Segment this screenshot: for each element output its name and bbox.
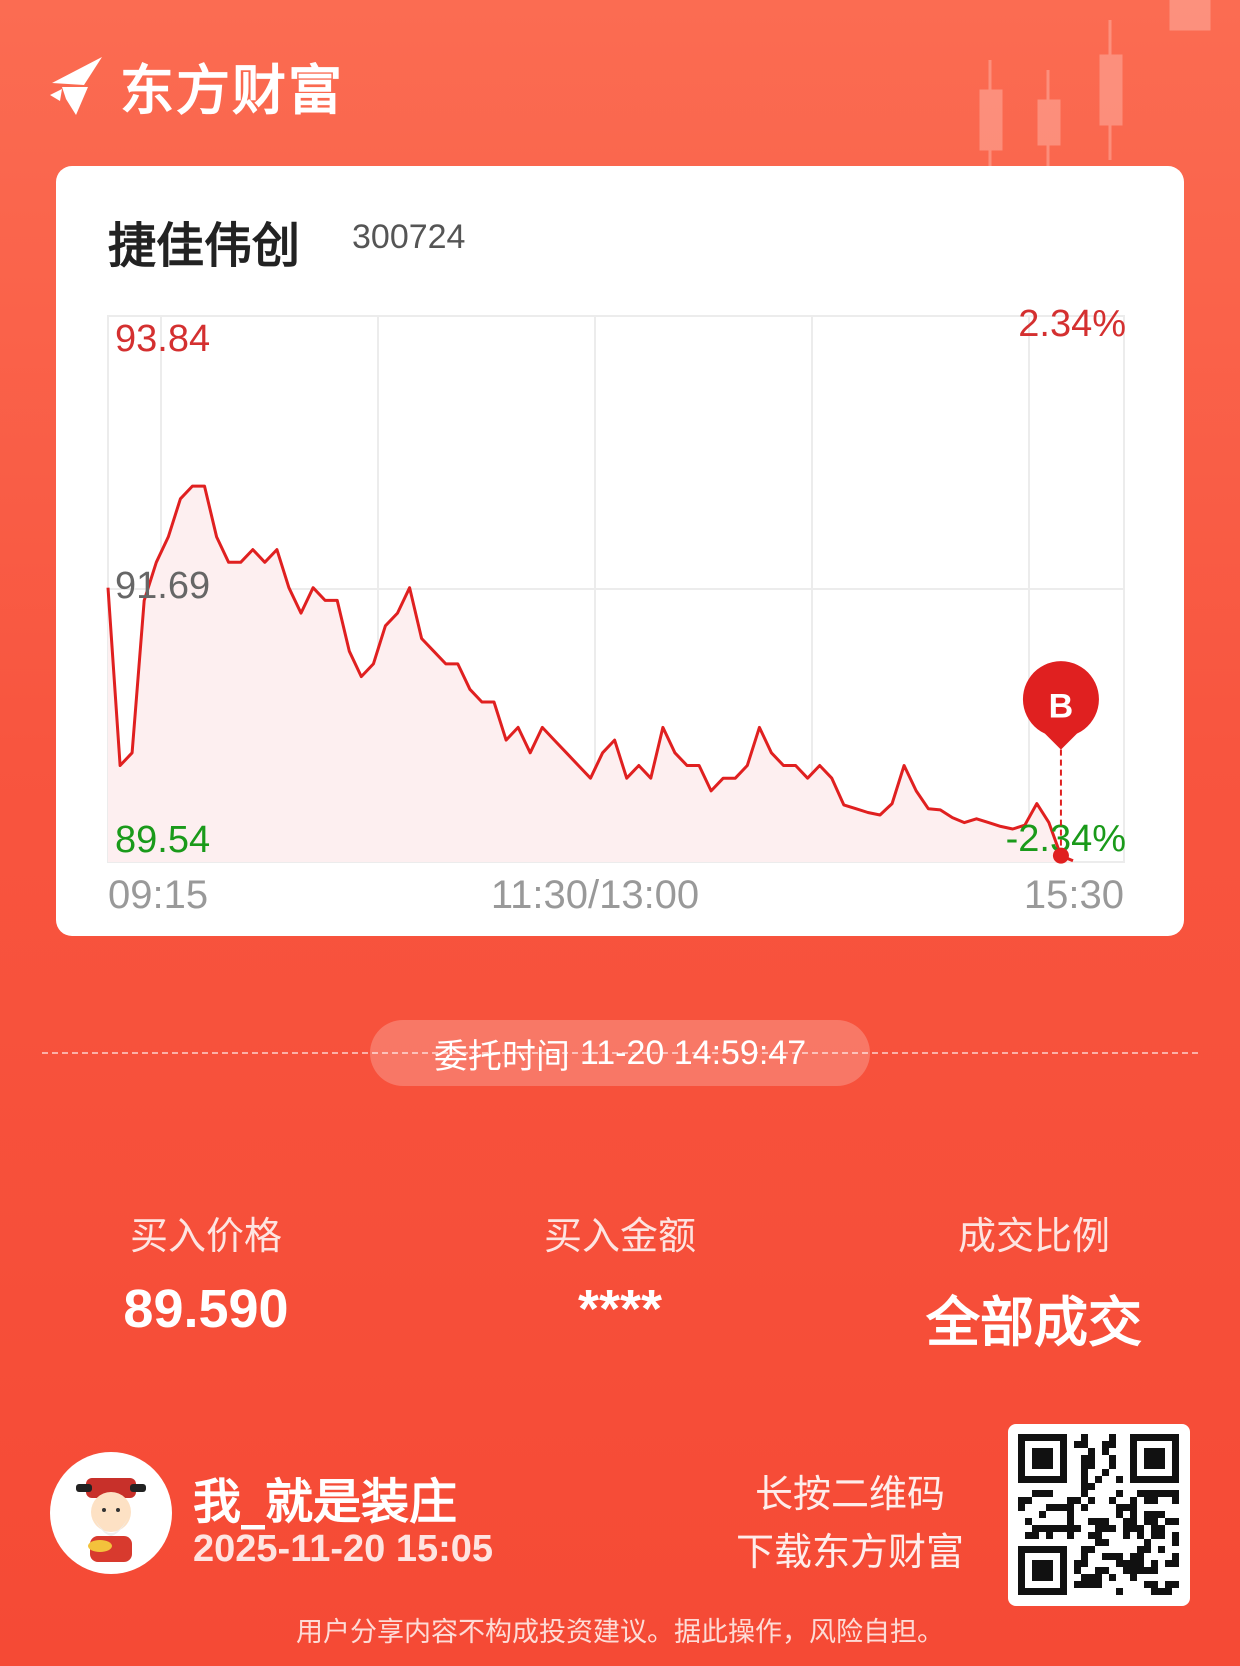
order-time-pill: 委托时间 11-20 14:59:47 [370, 1020, 870, 1086]
pct-max-label: 2.34% [1018, 303, 1126, 345]
order-time-label: 委托时间 [433, 1036, 570, 1077]
stat-buy-price: 买入价格 89.590 [46, 1205, 366, 1340]
order-time-value: 11-20 14:59:47 [579, 1033, 807, 1072]
y-min-label: 89.54 [115, 819, 210, 861]
share-time: 2025-11-20 15:05 [193, 1528, 494, 1570]
buy-point [1052, 847, 1069, 864]
stat-value: 89.590 [123, 1279, 289, 1339]
qr-hint-line1: 长按二维码 [754, 1472, 945, 1516]
y-mid-label: 91.69 [115, 565, 210, 607]
qr-hint: 长按二维码 下载东方财富 [720, 1465, 980, 1581]
user-name: 我_就是装庄 [193, 1474, 458, 1530]
qr-hint-line2: 下载东方财富 [735, 1530, 964, 1574]
brand-name: 东方财富 [120, 59, 344, 122]
eastmoney-logo-icon [50, 56, 102, 115]
share-card-page: 东方财富 捷佳伟创 300724 93.84 91.69 89.54 2.34%… [0, 0, 1240, 1666]
brand-header: 东方财富 [48, 46, 344, 125]
buy-marker-label: B [1049, 688, 1074, 726]
intraday-chart: 93.84 91.69 89.54 2.34% -2.34% 09:15 11:… [106, 303, 1126, 917]
x-tick-open: 09:15 [108, 873, 208, 917]
stat-fill-ratio: 成交比例 全部成交 [874, 1205, 1194, 1357]
x-tick-close: 15:30 [1024, 873, 1124, 917]
stat-value: **** [577, 1279, 663, 1339]
y-max-label: 93.84 [115, 318, 210, 360]
god-of-wealth-avatar-icon[interactable] [50, 1452, 172, 1574]
candlestick-decoration-icon [979, 0, 1211, 180]
stat-value: 全部成交 [926, 1291, 1142, 1354]
stat-label: 买入价格 [129, 1214, 282, 1258]
x-tick-midday: 11:30/13:00 [491, 873, 699, 917]
disclaimer: 用户分享内容不构成投资建议。据此操作，风险自担。 [296, 1617, 944, 1648]
price-area-fill [108, 486, 1073, 862]
stat-label: 成交比例 [957, 1214, 1110, 1258]
qr-code-icon[interactable] [1008, 1424, 1190, 1606]
stat-buy-amount: 买入金额 **** [460, 1205, 780, 1340]
stock-chart-card: 捷佳伟创 300724 93.84 91.69 89.54 2.34% -2.3… [56, 166, 1184, 936]
stat-label: 买入金额 [543, 1214, 696, 1258]
